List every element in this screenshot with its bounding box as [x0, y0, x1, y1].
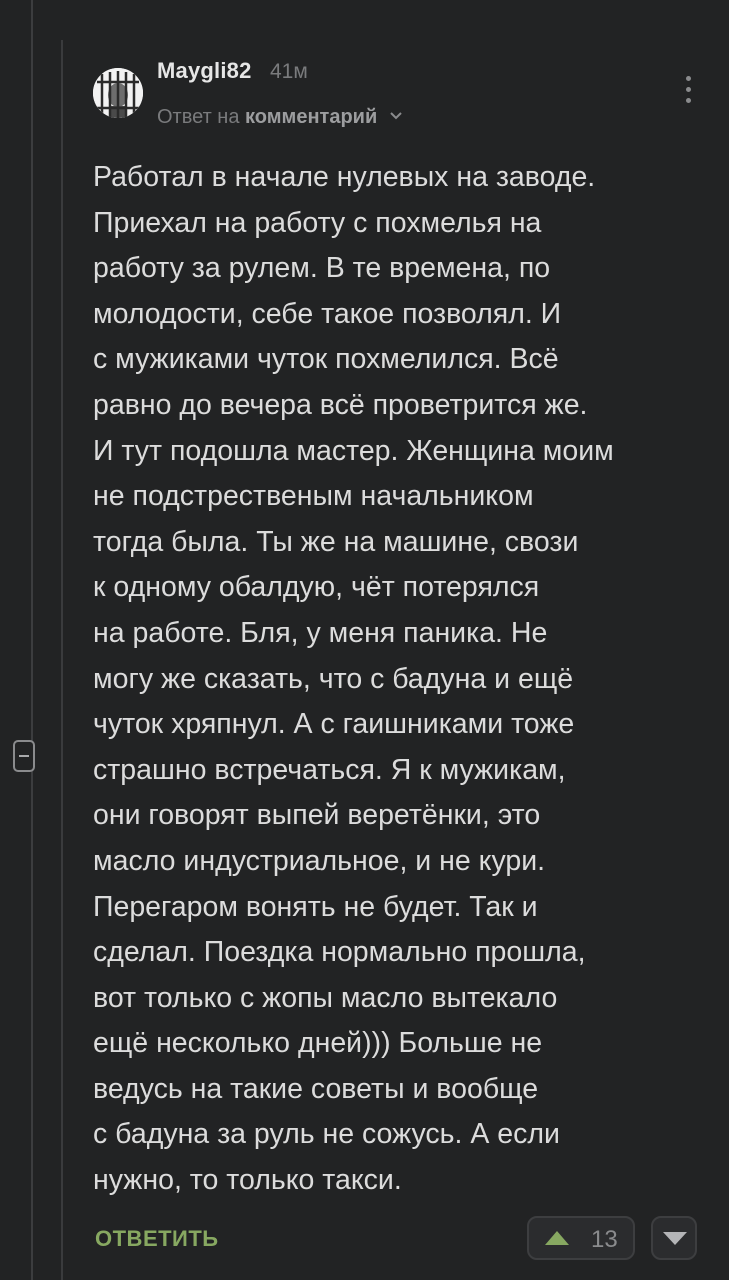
parent-comment-link[interactable]: комментарий [245, 106, 377, 128]
thread-line-inner [61, 40, 63, 1280]
upvote-icon [545, 1231, 569, 1245]
comment-line: равно до вечера всё проветрится же. [93, 388, 588, 421]
comment-time: 41м [270, 60, 308, 83]
comment-line: И тут подошла мастер. Женщина моим [93, 434, 614, 467]
comment-line: тогда была. Ты же на машине, свози [93, 525, 579, 558]
reply-prefix: Ответ на [157, 106, 240, 128]
comment-line: молодости, себе такое позволял. И [93, 297, 562, 330]
thread-line-outer [31, 0, 33, 1280]
comment-line: масло индустриальное, и не кури. [93, 844, 546, 877]
comment-line: с бадуна за руль не сожусь. А если [93, 1118, 560, 1151]
reply-button[interactable]: ОТВЕТИТЬ [95, 1226, 219, 1252]
comment-line: сделал. Поездка нормально прошла, [93, 936, 586, 969]
comment-line: они говорят выпей веретёнки, это [93, 799, 541, 832]
downvote-button[interactable] [651, 1216, 697, 1260]
author-name[interactable]: Maygli82 [157, 58, 252, 84]
comment-line: не подстрественым начальником [93, 480, 534, 513]
comment-line: ведусь на такие советы и вообще [93, 1072, 539, 1105]
comment-line: Работал в начале нулевых на заводе. [93, 161, 596, 193]
comment-line: с мужиками чуток похмелился. Всё [93, 343, 559, 376]
chevron-down-icon[interactable] [389, 104, 403, 127]
downvote-icon [663, 1232, 687, 1245]
rating-count: 13 [591, 1226, 618, 1253]
comment-line: Перегаром вонять не будет. Так и [93, 890, 538, 923]
collapse-icon [19, 755, 29, 757]
comment-line: ещё несколько дней))) Больше не [93, 1027, 543, 1060]
comment-line: страшно встречаться. Я к мужикам, [93, 753, 566, 786]
comment-line: чуток хряпнул. А с гаишниками тоже [93, 708, 575, 741]
comment-body: Работал в начале нулевых на заводе. Прие… [93, 155, 703, 1204]
comment-line: работу за рулем. В те времена, по [93, 252, 551, 285]
comment-line: на работе. Бля, у меня паника. Не [93, 616, 548, 649]
reply-to-line: Ответ на комментарий [157, 104, 403, 129]
collapse-thread-button[interactable] [13, 740, 35, 772]
upvote-button[interactable]: 13 [527, 1216, 635, 1260]
author-avatar[interactable] [93, 68, 143, 118]
comment-line: нужно, то только такси. [93, 1164, 402, 1197]
comment-line: к одному обалдую, чёт потерялся [93, 571, 540, 604]
comment-line: вот только с жопы масло вытекало [93, 981, 558, 1014]
more-vertical-icon[interactable] [680, 76, 696, 108]
prisoner-avatar-icon [93, 68, 143, 118]
comment-line: могу же сказать, что с бадуна и ещё [93, 662, 574, 695]
comment-line: Приехал на работу с похмелья на [93, 206, 542, 239]
